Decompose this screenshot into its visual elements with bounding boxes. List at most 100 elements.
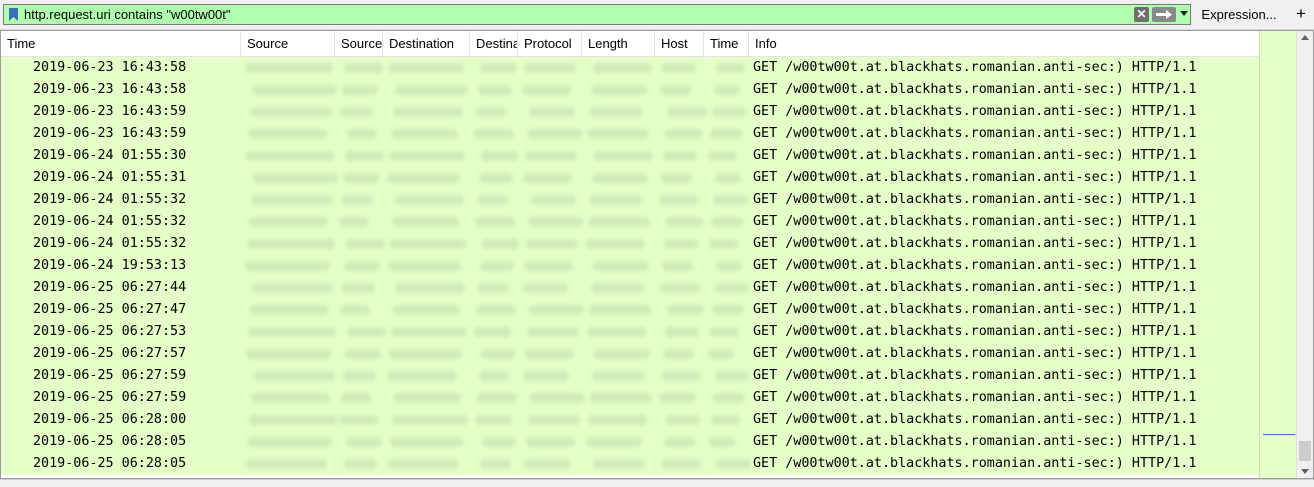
redacted-cell: [387, 371, 457, 381]
packet-minimap[interactable]: [1259, 31, 1296, 478]
redacted-cell: [346, 437, 382, 447]
table-row[interactable]: 2019-06-25 06:27:47 GET /w00tw00t.at.blac…: [1, 299, 1259, 321]
redacted-cell: [347, 129, 377, 139]
table-row[interactable]: 2019-06-24 01:55:32 GET /w00tw00t.at.blac…: [1, 233, 1259, 255]
redacted-cell: [345, 151, 384, 161]
cell-time: 2019-06-25 06:28:00: [33, 412, 187, 427]
redacted-cell: [387, 173, 460, 183]
redacted-cell: [592, 371, 645, 381]
redacted-cell: [480, 63, 517, 73]
expression-button[interactable]: Expression...: [1193, 4, 1285, 25]
table-row[interactable]: 2019-06-25 06:28:00 GET /w00tw00t.at.blac…: [1, 409, 1259, 431]
scroll-thumb[interactable]: [1299, 441, 1311, 461]
redacted-cell: [593, 261, 649, 271]
table-row[interactable]: 2019-06-24 01:55:32 GET /w00tw00t.at.blac…: [1, 211, 1259, 233]
redacted-cell: [714, 85, 740, 95]
horizontal-scrollbar[interactable]: [0, 479, 1314, 487]
column-source-port[interactable]: Source: [335, 31, 383, 57]
redacted-cell: [389, 349, 462, 359]
redacted-cell: [666, 415, 700, 425]
apply-filter-button[interactable]: [1152, 7, 1176, 22]
column-destination[interactable]: Destination: [383, 31, 470, 57]
redacted-cell: [344, 459, 377, 469]
cell-time: 2019-06-24 01:55:32: [33, 236, 187, 251]
table-row[interactable]: 2019-06-24 01:55:32 GET /w00tw00t.at.blac…: [1, 189, 1259, 211]
cell-time: 2019-06-25 06:27:57: [33, 346, 187, 361]
chevron-down-icon[interactable]: [1180, 11, 1188, 16]
redacted-cell: [394, 393, 461, 403]
redacted-cell: [342, 85, 378, 95]
redacted-cell: [250, 305, 329, 315]
cell-time: 2019-06-25 06:28:05: [33, 456, 187, 471]
table-row[interactable]: 2019-06-24 01:55:31 GET /w00tw00t.at.blac…: [1, 167, 1259, 189]
column-time[interactable]: Time: [1, 31, 241, 57]
redacted-cell: [712, 107, 747, 117]
column-protocol[interactable]: Protocol: [518, 31, 582, 57]
cell-time: 2019-06-24 01:55:31: [33, 170, 187, 185]
redacted-cell: [660, 85, 691, 95]
scroll-down-icon[interactable]: [1301, 469, 1309, 474]
column-time-delta[interactable]: Time: [704, 31, 749, 57]
bookmark-icon[interactable]: [8, 7, 19, 22]
redacted-cell: [344, 63, 383, 73]
redacted-cell: [593, 63, 652, 73]
redacted-cell: [663, 349, 694, 359]
cell-info: GET /w00tw00t.at.blackhats.romanian.anti…: [753, 258, 1197, 273]
table-row[interactable]: 2019-06-25 06:28:05 GET /w00tw00t.at.blac…: [1, 453, 1259, 475]
redacted-cell: [591, 283, 644, 293]
cell-info: GET /w00tw00t.at.blackhats.romanian.anti…: [753, 434, 1197, 449]
cell-time: 2019-06-25 06:27:44: [33, 280, 187, 295]
table-row[interactable]: 2019-06-25 06:27:44 GET /w00tw00t.at.blac…: [1, 277, 1259, 299]
redacted-cell: [590, 393, 652, 403]
redacted-cell: [482, 239, 519, 249]
table-row[interactable]: 2019-06-25 06:27:53 GET /w00tw00t.at.blac…: [1, 321, 1259, 343]
scroll-up-icon[interactable]: [1301, 35, 1309, 40]
column-host[interactable]: Host: [655, 31, 704, 57]
redacted-cell: [477, 195, 508, 205]
column-length[interactable]: Length: [582, 31, 655, 57]
table-row[interactable]: 2019-06-23 16:43:59 GET /w00tw00t.at.blac…: [1, 123, 1259, 145]
redacted-cell: [586, 239, 645, 249]
cell-time: 2019-06-24 19:53:13: [33, 258, 187, 273]
redacted-cell: [479, 173, 513, 183]
display-filter-input[interactable]: [24, 6, 1124, 23]
redacted-cell: [592, 173, 648, 183]
table-row[interactable]: 2019-06-24 19:53:13 GET /w00tw00t.at.blac…: [1, 255, 1259, 277]
redacted-cell: [340, 107, 373, 117]
table-row[interactable]: 2019-06-25 06:27:57 GET /w00tw00t.at.blac…: [1, 343, 1259, 365]
redacted-cell: [716, 459, 751, 469]
cell-info: GET /w00tw00t.at.blackhats.romanian.anti…: [753, 390, 1197, 405]
cell-info: GET /w00tw00t.at.blackhats.romanian.anti…: [753, 170, 1197, 185]
packet-list-header: ^ Time Source Source Destination Destina…: [1, 31, 1296, 57]
redacted-cell: [393, 305, 460, 315]
redacted-cell: [590, 195, 643, 205]
table-row[interactable]: 2019-06-25 06:27:59 GET /w00tw00t.at.blac…: [1, 387, 1259, 409]
table-row[interactable]: 2019-06-25 06:27:59 GET /w00tw00t.at.blac…: [1, 365, 1259, 387]
redacted-cell: [481, 151, 518, 161]
redacted-cell: [716, 261, 742, 271]
vertical-scrollbar[interactable]: [1296, 31, 1313, 478]
redacted-cell: [390, 437, 463, 447]
redacted-cell: [474, 129, 514, 139]
table-row[interactable]: 2019-06-23 16:43:59 GET /w00tw00t.at.blac…: [1, 101, 1259, 123]
redacted-cell: [475, 217, 515, 227]
redacted-cell: [659, 393, 696, 403]
table-row[interactable]: 2019-06-23 16:43:58 GET /w00tw00t.at.blac…: [1, 57, 1259, 79]
clear-filter-icon[interactable]: ✕: [1134, 7, 1149, 22]
column-info[interactable]: Info: [749, 31, 1296, 57]
column-source[interactable]: Source: [241, 31, 335, 57]
redacted-cell: [709, 239, 738, 249]
add-filter-button[interactable]: +: [1291, 4, 1311, 25]
redacted-cell: [392, 217, 459, 227]
table-row[interactable]: 2019-06-23 16:43:58 GET /w00tw00t.at.blac…: [1, 79, 1259, 101]
redacted-cell: [711, 217, 743, 227]
table-row[interactable]: 2019-06-24 01:55:30 GET /w00tw00t.at.blac…: [1, 145, 1259, 167]
column-destination-port[interactable]: Destination: [470, 31, 518, 57]
redacted-cell: [343, 371, 376, 381]
redacted-cell: [589, 305, 651, 315]
redacted-cell: [527, 327, 579, 337]
redacted-cell: [339, 217, 369, 227]
display-filter-box[interactable]: ✕: [3, 4, 1191, 25]
redacted-cell: [340, 305, 370, 315]
table-row[interactable]: 2019-06-25 06:28:05 GET /w00tw00t.at.blac…: [1, 431, 1259, 453]
